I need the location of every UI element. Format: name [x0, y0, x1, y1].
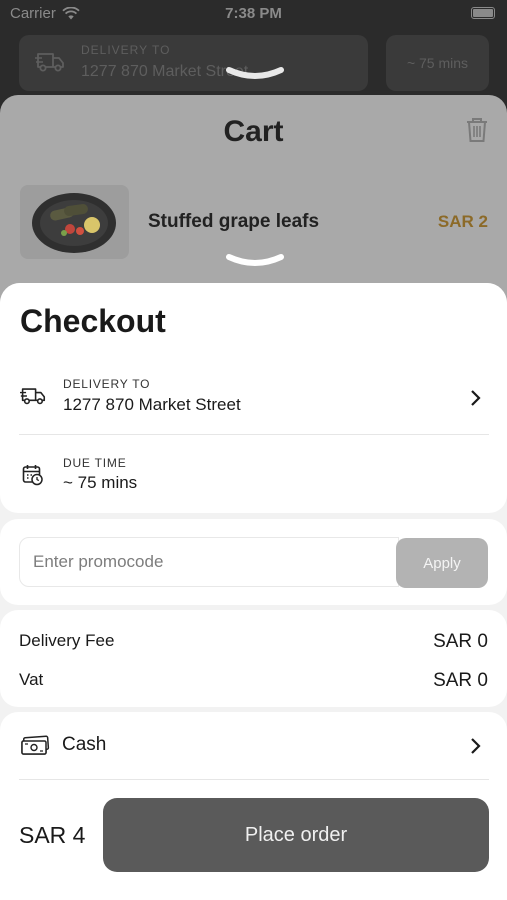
delivery-row[interactable]: DELIVERY TO 1277 870 Market Street — [0, 363, 507, 433]
fee-amount: SAR 0 — [433, 631, 488, 652]
checkout-sheet: Checkout DELIVERY TO 1277 870 Market Str… — [0, 283, 507, 900]
truck-icon — [20, 388, 46, 405]
fee-name: Vat — [19, 670, 44, 689]
fee-amount: SAR 0 — [433, 670, 488, 691]
chevron-right-icon — [471, 390, 481, 406]
cash-icon — [21, 735, 50, 755]
cart-item-image — [20, 185, 129, 259]
delivery-address: 1277 870 Market Street — [63, 395, 241, 414]
cart-sheet: Cart Stuffed grape leafs SAR 2 — [0, 95, 507, 315]
fee-row-vat: Vat SAR 0 — [19, 670, 488, 692]
fee-row-delivery: Delivery Fee SAR 0 — [19, 631, 488, 653]
background-delivery-label: DELIVERY TO — [81, 43, 171, 57]
fee-name: Delivery Fee — [19, 631, 115, 650]
trash-icon[interactable] — [465, 117, 489, 143]
background-time-chip: ~ 75 mins — [386, 35, 489, 91]
checkout-title: Checkout — [20, 303, 166, 339]
divider — [19, 434, 489, 435]
background-delivery-address: 1277 870 Market Street — [81, 63, 249, 80]
chevron-right-icon — [471, 738, 481, 754]
calendar-clock-icon — [22, 465, 43, 486]
payment-method-row[interactable]: Cash — [0, 712, 507, 778]
divider — [19, 779, 489, 780]
fees-card: Delivery Fee SAR 0 Vat SAR 0 — [0, 610, 507, 707]
delivery-label: DELIVERY TO — [63, 377, 151, 391]
truck-icon — [35, 53, 64, 72]
background-delivery-chip: DELIVERY TO 1277 870 Market Street — [19, 35, 368, 91]
payment-method-label: Cash — [62, 734, 107, 755]
cart-title: Cart — [223, 115, 284, 148]
handle-chevron-icon[interactable] — [226, 253, 284, 267]
place-order-button[interactable]: Place order — [103, 798, 489, 872]
apply-button[interactable]: Apply — [396, 538, 488, 588]
due-time-value: ~ 75 mins — [63, 473, 138, 492]
order-total: SAR 4 — [19, 822, 86, 848]
promocode-input[interactable] — [19, 537, 399, 587]
cart-item-price: SAR 2 — [437, 212, 488, 231]
due-time-label: DUE TIME — [63, 456, 127, 470]
checkout-details-card: Checkout DELIVERY TO 1277 870 Market Str… — [0, 283, 507, 513]
handle-chevron-icon — [226, 67, 284, 79]
cart-item-name: Stuffed grape leafs — [148, 211, 320, 232]
due-time-row: DUE TIME ~ 75 mins — [0, 443, 507, 503]
